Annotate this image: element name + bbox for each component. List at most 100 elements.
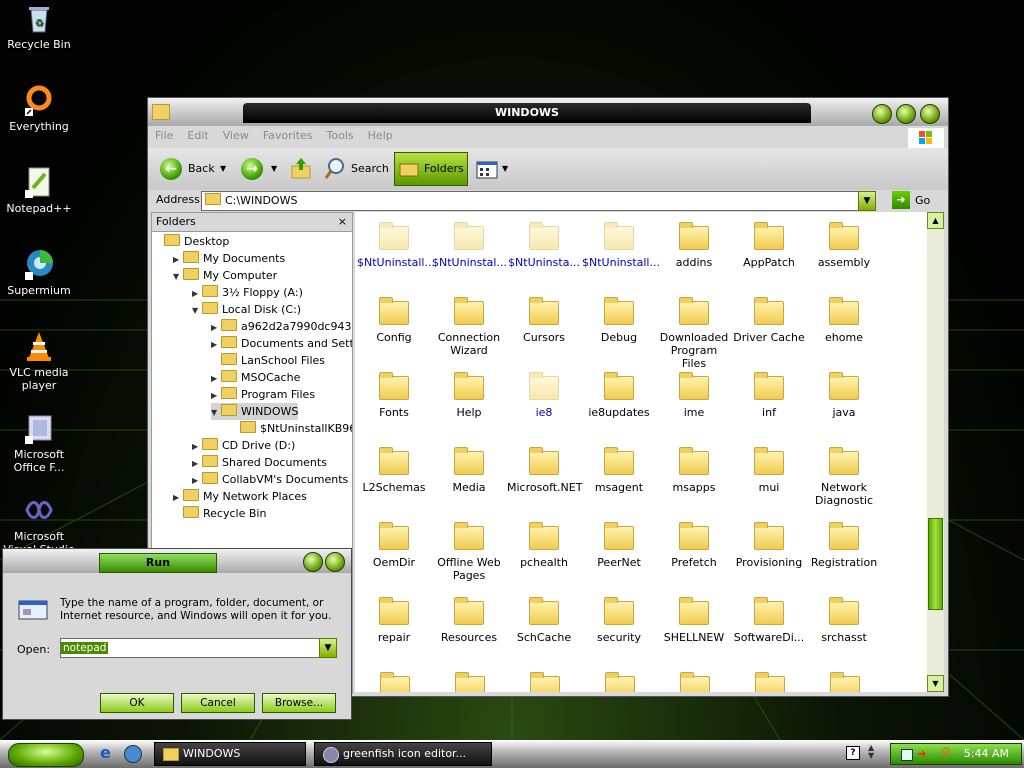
vertical-scrollbar[interactable]: ▲ ▼ — [927, 212, 944, 692]
search-button[interactable]: Search — [323, 154, 389, 184]
open-input[interactable]: notepad — [60, 638, 320, 658]
run-titlebar[interactable]: Run — [3, 549, 351, 573]
folder-icon[interactable] — [380, 672, 410, 692]
folder-icon[interactable] — [455, 672, 485, 692]
folder-item[interactable]: $NtUninsta... — [507, 222, 581, 269]
folder-item[interactable]: Connection Wizard — [432, 297, 506, 357]
go-button[interactable]: Go — [915, 190, 930, 212]
tree-item[interactable]: ▶ CD Drive (D:) — [192, 437, 295, 454]
clock[interactable]: 5:44 AM — [964, 744, 1009, 764]
tree-item[interactable]: ▶ MSOCache — [211, 369, 300, 386]
close-button[interactable] — [325, 552, 345, 572]
tray-expand-icon[interactable]: ▲ ▼ — [868, 744, 878, 760]
folder-item[interactable]: addins — [657, 222, 731, 269]
folder-item[interactable]: OemDir — [357, 522, 431, 569]
folder-icon[interactable] — [680, 672, 710, 692]
folder-item[interactable]: mui — [732, 447, 806, 494]
folder-item[interactable]: Fonts — [357, 372, 431, 419]
help-icon[interactable]: ? — [846, 746, 860, 760]
folder-item[interactable]: Microsoft.NET — [507, 447, 582, 494]
folder-item[interactable]: inf — [732, 372, 806, 419]
folder-item[interactable]: assembly — [807, 222, 881, 269]
back-button[interactable]: ← Back ▼ — [160, 154, 230, 184]
tree-item[interactable]: ▶ My Network Places — [173, 488, 307, 505]
tree-item[interactable]: ▶ My Documents — [173, 250, 285, 267]
expand-icon[interactable]: ▶ — [173, 251, 183, 268]
tree-item[interactable]: Recycle Bin — [173, 505, 266, 522]
expand-icon[interactable]: ▶ — [211, 387, 221, 404]
folder-item[interactable]: ehome — [807, 297, 881, 344]
folder-item[interactable]: ime — [657, 372, 731, 419]
address-dropdown-button[interactable]: ▼ — [858, 191, 876, 211]
tree-item[interactable]: ▶ 3½ Floppy (A:) — [192, 284, 303, 301]
open-dropdown-button[interactable]: ▼ — [319, 638, 337, 658]
folder-item[interactable]: Offline Web Pages — [432, 522, 506, 582]
menu-favorites[interactable]: Favorites — [256, 126, 320, 146]
browse-button[interactable]: Browse... — [262, 693, 336, 713]
collapse-icon[interactable]: ▼ — [192, 302, 202, 319]
expand-icon[interactable]: ▶ — [173, 489, 183, 506]
collapse-icon[interactable]: ▼ — [211, 404, 221, 421]
folder-item[interactable]: Prefetch — [657, 522, 731, 569]
folder-item[interactable]: $NtUninstall... — [582, 222, 660, 269]
desktop-icon-vlc[interactable]: VLC media player — [0, 330, 78, 392]
scroll-up-button[interactable]: ▲ — [927, 212, 944, 229]
folder-item[interactable]: Network Diagnostic — [807, 447, 881, 507]
expand-icon[interactable]: ▶ — [211, 336, 221, 353]
folder-icon[interactable] — [530, 672, 560, 692]
folder-item[interactable]: SchCache — [507, 597, 581, 644]
folder-item[interactable]: Config — [357, 297, 431, 344]
expand-icon[interactable]: ▶ — [192, 438, 202, 455]
folder-item[interactable]: srchasst — [807, 597, 881, 644]
folder-item[interactable]: ie8 — [507, 372, 581, 419]
folder-item[interactable]: PeerNet — [582, 522, 656, 569]
tree-item[interactable]: ▶ Shared Documents — [192, 454, 327, 471]
folder-item[interactable]: Media — [432, 447, 506, 494]
expand-icon[interactable]: ▶ — [211, 370, 221, 387]
folder-item[interactable]: AppPatch — [732, 222, 806, 269]
tree-item[interactable]: Desktop — [154, 233, 229, 250]
tree-item[interactable]: ▶ Documents and Settings — [211, 335, 352, 353]
folder-item[interactable]: Registration — [807, 522, 881, 569]
folder-item[interactable]: Help — [432, 372, 506, 419]
folder-icon[interactable] — [605, 672, 635, 692]
internet-explorer-icon[interactable]: e — [100, 744, 118, 762]
folder-item[interactable]: ie8updates — [582, 372, 656, 419]
folder-item[interactable]: Cursors — [507, 297, 581, 344]
menu-help[interactable]: Help — [361, 126, 400, 146]
folder-item[interactable]: repair — [357, 597, 431, 644]
close-button[interactable] — [920, 104, 940, 124]
desktop-icon-recycle-bin[interactable]: ♻ Recycle Bin — [0, 2, 78, 51]
scroll-thumb[interactable] — [928, 518, 943, 610]
minimize-button[interactable] — [872, 104, 892, 124]
folder-item[interactable]: SHELLNEW — [657, 597, 731, 644]
volume-icon[interactable]: ➜ — [917, 744, 926, 764]
folder-icon[interactable] — [755, 672, 785, 692]
go-arrow-icon[interactable]: ➜ — [892, 191, 910, 209]
tree-item[interactable]: ▶ a962d2a7990dc9431fe5 — [211, 318, 352, 335]
folder-item[interactable]: Provisioning — [732, 522, 806, 569]
address-input[interactable]: C:\WINDOWS — [201, 191, 859, 211]
scroll-down-button[interactable]: ▼ — [927, 675, 944, 692]
tree-item[interactable]: ▼ My Computer — [173, 267, 277, 284]
maximize-button[interactable] — [896, 104, 916, 124]
network-icon[interactable] — [901, 749, 913, 761]
start-button[interactable] — [8, 743, 84, 767]
menu-edit[interactable]: Edit — [180, 126, 215, 146]
folder-item[interactable]: $NtUninstal... — [432, 222, 507, 269]
ok-button[interactable]: OK — [100, 693, 174, 713]
explorer-titlebar[interactable]: WINDOWS — [148, 98, 948, 126]
expand-icon[interactable]: ▶ — [192, 455, 202, 472]
collapse-icon[interactable]: ▼ — [173, 268, 183, 285]
tree-item[interactable]: ▼ WINDOWS — [211, 403, 299, 421]
folder-item[interactable]: Downloaded Program Files — [657, 297, 731, 370]
up-folder-button[interactable] — [290, 154, 312, 184]
taskbar-task-windows[interactable]: WINDOWS — [154, 742, 306, 766]
desktop-icon-office[interactable]: Microsoft Office F... — [0, 412, 78, 474]
cancel-button[interactable]: Cancel — [181, 693, 255, 713]
views-button[interactable]: ▼ — [476, 154, 512, 184]
folders-toggle-button[interactable]: Folders — [394, 152, 468, 186]
folder-item[interactable]: msapps — [657, 447, 731, 494]
folder-item[interactable]: L2Schemas — [357, 447, 431, 494]
tree-item[interactable]: ▼ Local Disk (C:) — [192, 301, 301, 318]
